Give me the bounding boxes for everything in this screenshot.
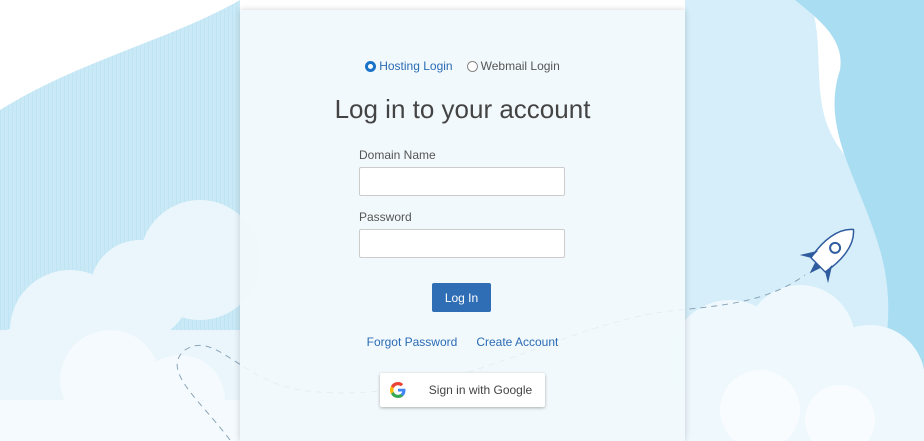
google-sign-in-button[interactable]: Sign in with Google bbox=[380, 373, 545, 407]
google-sign-in-label: Sign in with Google bbox=[428, 383, 533, 397]
domain-name-label: Domain Name bbox=[359, 148, 436, 162]
password-input[interactable] bbox=[359, 229, 565, 258]
webmail-login-radio[interactable]: Webmail Login bbox=[466, 59, 560, 73]
login-card: Hosting Login Webmail Login Log in to yo… bbox=[240, 10, 685, 441]
page-title: Log in to your account bbox=[334, 94, 591, 124]
webmail-login-label: Webmail Login bbox=[480, 59, 560, 73]
forgot-password-link[interactable]: Forgot Password bbox=[367, 335, 458, 349]
login-type-selector: Hosting Login Webmail Login bbox=[240, 59, 685, 73]
hosting-login-radio[interactable]: Hosting Login bbox=[365, 59, 453, 73]
log-in-button[interactable]: Log In bbox=[432, 283, 491, 312]
account-links: Forgot Password Create Account bbox=[240, 335, 685, 349]
create-account-link[interactable]: Create Account bbox=[476, 335, 558, 349]
password-label: Password bbox=[359, 210, 412, 224]
radio-unchecked-icon bbox=[466, 60, 478, 72]
hosting-login-label: Hosting Login bbox=[379, 59, 453, 73]
domain-name-input[interactable] bbox=[359, 167, 565, 196]
radio-checked-icon bbox=[365, 60, 377, 72]
